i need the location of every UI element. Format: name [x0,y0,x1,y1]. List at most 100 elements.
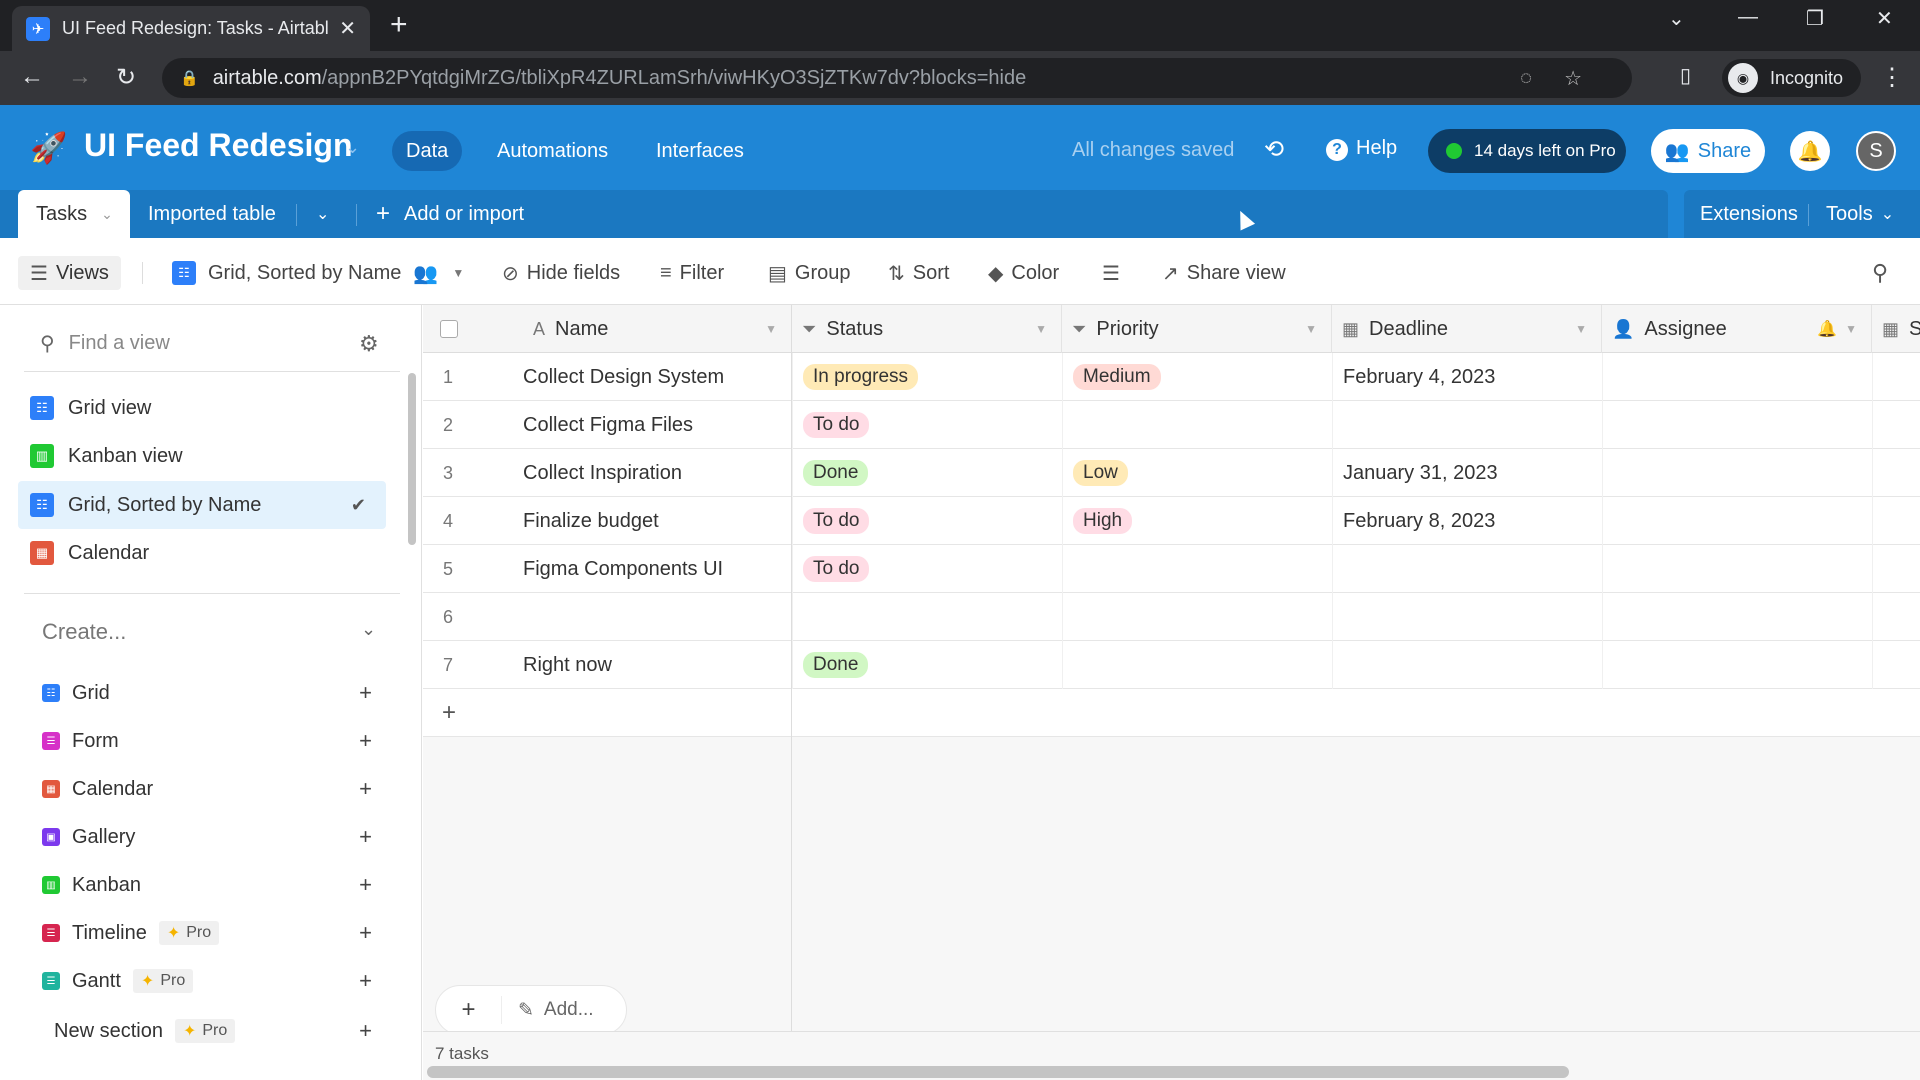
tab-search-icon[interactable]: ⌄ [1668,6,1685,31]
user-avatar[interactable]: S [1856,131,1896,171]
cell-assignee[interactable] [1602,641,1872,689]
chevron-down-icon[interactable]: ⌄ [101,206,113,223]
cell-status[interactable]: To do [792,545,1062,593]
caret-down-icon[interactable]: ▼ [1575,322,1587,336]
tracking-blocked-icon[interactable]: ◌ [1520,67,1532,90]
browser-tab[interactable]: ✈ UI Feed Redesign: Tasks - Airtable ✕ [12,6,370,51]
back-icon[interactable]: ← [20,63,44,91]
notifications-bell-icon[interactable]: 🔔 [1790,131,1830,171]
column-header-status[interactable]: ⏷ Status ▼ [792,305,1062,353]
cell-s[interactable] [1872,353,1920,401]
cell-status[interactable] [792,593,1062,641]
column-header-assignee[interactable]: 👤 Assignee 🔔 ▼ [1602,305,1872,353]
caret-down-icon[interactable]: ▼ [1305,322,1317,336]
cell-name[interactable]: Figma Components UI [423,545,792,593]
cell-priority[interactable] [1062,641,1332,689]
trial-badge[interactable]: 14 days left on Pro [1428,129,1626,173]
filter-button[interactable]: ≡ Filter [660,256,724,290]
history-icon[interactable]: ⟲ [1264,135,1284,164]
column-header-priority[interactable]: ⏷ Priority ▼ [1062,305,1332,353]
column-header-deadline[interactable]: ▦ Deadline ▼ [1332,305,1602,353]
base-title[interactable]: UI Feed Redesign [84,127,353,164]
url-field[interactable]: 🔒 airtable.com /appnB2PYqtdgiMrZG/tbliXp… [162,58,1632,98]
tools-button[interactable]: Tools ⌄ [1826,190,1894,238]
create-gantt[interactable]: ☰ Gantt ✦ Pro + [42,961,382,1001]
sidebar-view-calendar[interactable]: ▦ Calendar [18,529,386,577]
plus-icon[interactable]: + [359,728,372,754]
bookmark-star-icon[interactable]: ☆ [1564,66,1582,91]
sidebar-view-grid-view[interactable]: ☷ Grid view [18,384,386,432]
column-header-truncated[interactable]: ▦ S [1872,305,1920,353]
cell-assignee[interactable] [1602,353,1872,401]
add-record-button[interactable]: + [436,996,502,1024]
reload-icon[interactable]: ↻ [116,63,136,92]
group-button[interactable]: ▤ Group [768,256,851,290]
select-all-checkbox[interactable] [440,320,458,338]
cell-s[interactable] [1872,449,1920,497]
horizontal-scrollbar[interactable] [427,1066,1569,1078]
plus-icon[interactable]: + [359,680,372,706]
plus-icon[interactable]: + [359,1018,372,1044]
chevron-down-icon[interactable]: ⌄ [361,619,376,640]
table-row[interactable]: 7 Right now Done [423,641,1920,689]
cell-status[interactable]: In progress [792,353,1062,401]
plus-icon[interactable]: + [359,968,372,994]
cell-status[interactable]: Done [792,641,1062,689]
find-view-input[interactable]: ⚲ Find a view [40,331,170,356]
cell-priority[interactable] [1062,545,1332,593]
table-row[interactable]: 3 Collect Inspiration Done Low January 31, 2… [423,449,1920,497]
chevron-down-icon[interactable]: ⌄ [345,137,360,158]
cell-deadline[interactable]: January 31, 2023 [1332,449,1602,497]
cell-status[interactable]: To do [792,497,1062,545]
forward-icon[interactable]: → [68,63,92,91]
sidepanel-icon[interactable]: ▯ [1680,63,1691,88]
nav-data[interactable]: Data [392,131,463,171]
cell-name[interactable]: Collect Figma Files [423,401,792,449]
help-button[interactable]: ? Help [1326,137,1397,161]
create-kanban[interactable]: ▥ Kanban + [42,865,382,905]
cell-s[interactable] [1872,545,1920,593]
sidebar-scrollbar[interactable] [408,373,416,545]
cell-deadline[interactable]: February 4, 2023 [1332,353,1602,401]
color-button[interactable]: ◆ Color [988,256,1059,290]
table-row[interactable]: 5 Figma Components UI To do [423,545,1920,593]
incognito-badge[interactable]: ◉ Incognito [1722,59,1862,97]
create-timeline[interactable]: ☰ Timeline ✦ Pro + [42,913,382,953]
views-toggle-button[interactable]: ☰ Views [18,256,121,290]
cell-name[interactable]: Collect Design System [423,353,792,401]
close-window-button[interactable]: ✕ [1876,6,1893,31]
sort-button[interactable]: ⇅ Sort [888,256,949,290]
current-view-button[interactable]: ☷ Grid, Sorted by Name 👥 ▼ [172,256,464,290]
gear-icon[interactable]: ⚙ [359,331,379,357]
cell-name[interactable]: Finalize budget [423,497,792,545]
create-grid[interactable]: ☷ Grid + [42,673,382,713]
share-button[interactable]: 👥 Share [1651,129,1765,173]
extensions-button[interactable]: Extensions [1700,190,1798,238]
create-new-section[interactable]: New section ✦ Pro + [54,1011,382,1051]
cell-priority[interactable]: High [1062,497,1332,545]
cell-deadline[interactable] [1332,641,1602,689]
plus-icon[interactable]: + [359,824,372,850]
cell-s[interactable] [1872,497,1920,545]
caret-down-icon[interactable]: ▼ [765,322,777,336]
cell-s[interactable] [1872,593,1920,641]
cell-priority[interactable] [1062,593,1332,641]
cell-deadline[interactable] [1332,593,1602,641]
add-or-import-button[interactable]: + Add or import [376,190,524,238]
cell-status[interactable]: Done [792,449,1062,497]
cell-deadline[interactable] [1332,401,1602,449]
more-tables-chevron-icon[interactable]: ⌄ [316,190,329,238]
add-with-ai-button[interactable]: Add... [544,999,594,1021]
add-record-row[interactable]: + [423,689,1920,737]
cell-assignee[interactable] [1602,545,1872,593]
close-tab-icon[interactable]: ✕ [339,16,356,41]
plus-icon[interactable]: + [359,920,372,946]
cell-name[interactable]: Right now [423,641,792,689]
cell-assignee[interactable] [1602,593,1872,641]
minimize-button[interactable]: — [1738,6,1758,29]
tab-tasks[interactable]: Tasks ⌄ [18,190,130,238]
cell-status[interactable]: To do [792,401,1062,449]
search-icon[interactable]: ⚲ [1872,256,1896,290]
cell-name[interactable] [423,593,792,641]
create-view-heading[interactable]: Create... [42,619,126,645]
